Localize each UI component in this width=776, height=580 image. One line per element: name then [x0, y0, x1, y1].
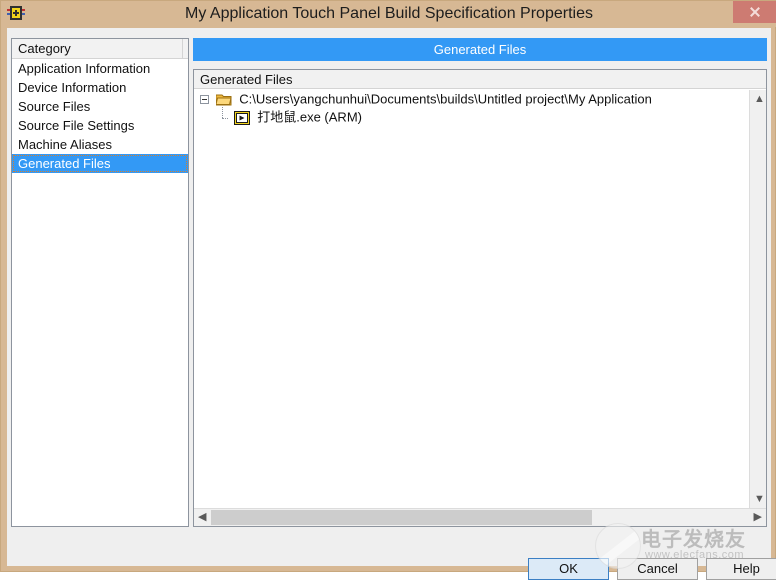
dialog-window: My Application Touch Panel Build Specifi…: [0, 0, 776, 580]
tree-row-label: 打地鼠.exe (ARM): [257, 109, 362, 125]
tree-body[interactable]: C:\Users\yangchunhui\Documents\builds\Un…: [194, 90, 748, 509]
vi-exe-icon: [233, 110, 250, 125]
category-item-source-file-settings[interactable]: Source File Settings: [12, 116, 188, 135]
category-header: Category: [12, 39, 188, 59]
scroll-left-icon[interactable]: ◀: [198, 512, 206, 523]
category-item-source-files[interactable]: Source Files: [12, 97, 188, 116]
ok-button[interactable]: OK: [528, 558, 609, 580]
category-item-generated-files[interactable]: Generated Files: [12, 154, 188, 173]
title-bar: My Application Touch Panel Build Specifi…: [1, 1, 776, 27]
close-icon[interactable]: [733, 1, 776, 23]
tree-header-label: Generated Files: [194, 70, 766, 89]
category-item-application-information[interactable]: Application Information: [12, 59, 188, 78]
category-item-device-information[interactable]: Device Information: [12, 78, 188, 97]
tree-guide-line-icon: [218, 107, 228, 122]
tree-row[interactable]: C:\Users\yangchunhui\Documents\builds\Un…: [194, 90, 748, 108]
tree-row[interactable]: 打地鼠.exe (ARM): [194, 107, 748, 126]
category-item-machine-aliases[interactable]: Machine Aliases: [12, 135, 188, 154]
scroll-thumb[interactable]: [211, 510, 592, 525]
scroll-right-icon[interactable]: ▶: [754, 512, 762, 523]
tree-row-label: C:\Users\yangchunhui\Documents\builds\Un…: [239, 91, 652, 107]
tree-vertical-scrollbar[interactable]: ▲ ▼: [749, 90, 766, 509]
right-pane: Generated Files Generated Files C:\Users…: [193, 38, 767, 527]
help-button[interactable]: Help: [706, 558, 776, 580]
collapse-toggle-icon[interactable]: [200, 95, 209, 105]
scroll-down-icon[interactable]: ▼: [754, 494, 765, 505]
pane-banner-title: Generated Files: [193, 38, 767, 61]
cancel-button[interactable]: Cancel: [617, 558, 698, 580]
category-list[interactable]: Category Application Information Device …: [11, 38, 189, 527]
client-area: Category Application Information Device …: [7, 28, 776, 580]
generated-files-tree[interactable]: Generated Files C:\Users\yangchunhui\Doc…: [193, 69, 767, 527]
window-title: My Application Touch Panel Build Specifi…: [185, 5, 593, 22]
tree-horizontal-scrollbar[interactable]: ◀ ▶: [194, 508, 766, 526]
scroll-up-icon[interactable]: ▲: [754, 94, 765, 105]
folder-icon: [214, 93, 232, 106]
